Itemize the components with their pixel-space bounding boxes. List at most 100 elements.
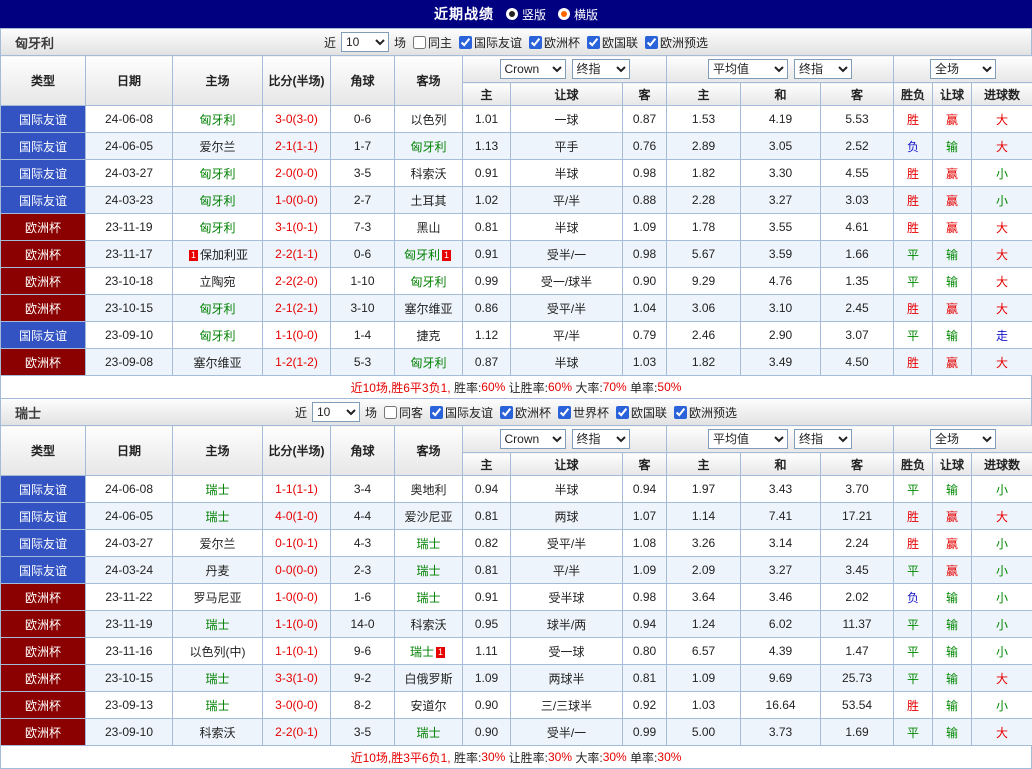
handicap-line: 两球 (511, 503, 623, 530)
filter-checkbox-input[interactable] (645, 36, 658, 49)
result-handicap: 赢 (933, 349, 972, 376)
away-team: 白俄罗斯 (395, 665, 463, 692)
team-label: 匈牙利 (199, 302, 235, 316)
team-label: 罗马尼亚 (193, 591, 241, 605)
asian-odds-group-header: Crown 终指 (463, 56, 667, 83)
filter-checkbox[interactable]: 欧国联 (582, 34, 638, 51)
games-label: 场 (365, 404, 377, 421)
europe-home-odds: 1.97 (667, 476, 741, 503)
filter-checkbox-input[interactable] (459, 36, 472, 49)
filter-checkbox[interactable]: 同主 (408, 34, 452, 51)
index-type-select[interactable]: 终指 (572, 59, 630, 79)
match-count-select[interactable]: 10 (341, 32, 389, 52)
match-date: 23-09-10 (86, 322, 173, 349)
team-label: 土耳其 (410, 194, 446, 208)
filter-checkbox[interactable]: 欧洲预选 (640, 34, 708, 51)
result-outcome: 胜 (894, 530, 933, 557)
team-label: 捷克 (416, 329, 440, 343)
team-label: 瑞士 (416, 564, 440, 578)
filter-checkbox-input[interactable] (384, 406, 397, 419)
layout-radio-horizontal[interactable]: 横版 (558, 6, 598, 23)
sub-column-header: 客 (821, 83, 894, 106)
team-label: 立陶宛 (199, 275, 235, 289)
match-row: 欧洲杯23-11-171保加利亚2-2(1-1)0-6匈牙利10.91受半/一0… (1, 241, 1032, 268)
home-team: 匈牙利 (173, 214, 263, 241)
europe-draw-odds: 4.39 (741, 638, 821, 665)
handicap-home-odds: 0.81 (463, 503, 511, 530)
match-date: 23-11-19 (86, 214, 173, 241)
period-select[interactable]: 全场 (930, 429, 996, 449)
home-team: 匈牙利 (173, 187, 263, 214)
match-date: 23-11-19 (86, 611, 173, 638)
filter-checkbox-input[interactable] (558, 406, 571, 419)
europe-away-odds: 3.03 (821, 187, 894, 214)
match-row: 国际友谊24-03-27匈牙利2-0(0-0)3-5科索沃0.91半球0.981… (1, 160, 1032, 187)
europe-away-odds: 4.55 (821, 160, 894, 187)
filter-checkbox[interactable]: 世界杯 (553, 404, 609, 421)
filter-checkbox-label: 世界杯 (573, 404, 609, 421)
average-select[interactable]: 平均值 (708, 59, 788, 79)
result-group-header: 全场 (894, 56, 1032, 83)
team-label: 塞尔维亚 (193, 356, 241, 370)
filter-checkbox-input[interactable] (413, 36, 426, 49)
result-goals: 小 (972, 530, 1032, 557)
filter-checkbox-input[interactable] (587, 36, 600, 49)
result-goals: 小 (972, 611, 1032, 638)
result-outcome: 平 (894, 638, 933, 665)
summary-segment: 30% (481, 750, 505, 764)
away-team: 匈牙利1 (395, 241, 463, 268)
match-date: 24-06-05 (86, 133, 173, 160)
summary-segment: 50% (657, 380, 681, 394)
index-type-select[interactable]: 终指 (794, 429, 852, 449)
result-outcome: 胜 (894, 106, 933, 133)
summary-segment: 60% (481, 380, 505, 394)
handicap-away-odds: 1.03 (623, 349, 667, 376)
filter-checkbox-input[interactable] (616, 406, 629, 419)
filter-checkbox-input[interactable] (430, 406, 443, 419)
column-header: 日期 (86, 426, 173, 476)
average-select[interactable]: 平均值 (708, 429, 788, 449)
filter-checkbox[interactable]: 欧洲杯 (524, 34, 580, 51)
filter-checkbox[interactable]: 同客 (379, 404, 423, 421)
sub-column-header: 让球 (933, 453, 972, 476)
handicap-home-odds: 0.87 (463, 349, 511, 376)
match-row: 国际友谊24-06-05爱尔兰2-1(1-1)1-7匈牙利1.13平手0.762… (1, 133, 1032, 160)
radio-selected-icon (506, 8, 518, 20)
europe-odds-group-header: 平均值终指 (667, 426, 894, 453)
match-row: 欧洲杯23-09-10科索沃2-2(0-1)3-5瑞士0.90受半/一0.995… (1, 719, 1032, 746)
filter-checkbox-input[interactable] (529, 36, 542, 49)
home-team: 罗马尼亚 (173, 584, 263, 611)
filter-checkbox[interactable]: 欧洲预选 (669, 404, 737, 421)
competition-badge: 欧洲杯 (1, 719, 86, 746)
competition-badge: 国际友谊 (1, 106, 86, 133)
filter-checkbox[interactable]: 欧洲杯 (495, 404, 551, 421)
filter-checkbox-input[interactable] (674, 406, 687, 419)
period-select[interactable]: 全场 (930, 59, 996, 79)
match-date: 24-03-24 (86, 557, 173, 584)
index-type-select[interactable]: 终指 (794, 59, 852, 79)
filter-checkbox-input[interactable] (500, 406, 513, 419)
filter-checkbox[interactable]: 国际友谊 (425, 404, 493, 421)
match-row: 国际友谊24-06-08瑞士1-1(1-1)3-4奥地利0.94半球0.941.… (1, 476, 1032, 503)
sub-column-header: 客 (821, 453, 894, 476)
handicap-away-odds: 0.87 (623, 106, 667, 133)
summary-segment: 近10场,胜3平6负1, (351, 749, 454, 766)
handicap-line: 平/半 (511, 187, 623, 214)
match-count-select[interactable]: 10 (312, 402, 360, 422)
team-label: 瑞士 (410, 645, 434, 659)
column-header: 比分(半场) (263, 56, 331, 106)
europe-home-odds: 2.46 (667, 322, 741, 349)
layout-radio-vertical[interactable]: 竖版 (506, 6, 546, 23)
result-handicap: 输 (933, 665, 972, 692)
competition-badge: 欧洲杯 (1, 214, 86, 241)
filter-checkbox[interactable]: 欧国联 (611, 404, 667, 421)
away-team: 土耳其 (395, 187, 463, 214)
europe-draw-odds: 3.05 (741, 133, 821, 160)
bookmaker-select[interactable]: Crown (500, 429, 566, 449)
team-section: 瑞士近10场同客国际友谊欧洲杯世界杯欧国联欧洲预选类型日期主场比分(半场)角球客… (0, 398, 1032, 769)
bookmaker-select[interactable]: Crown (500, 59, 566, 79)
team-label: 匈牙利 (410, 356, 446, 370)
filter-checkbox[interactable]: 国际友谊 (454, 34, 522, 51)
result-goals: 小 (972, 476, 1032, 503)
index-type-select[interactable]: 终指 (572, 429, 630, 449)
